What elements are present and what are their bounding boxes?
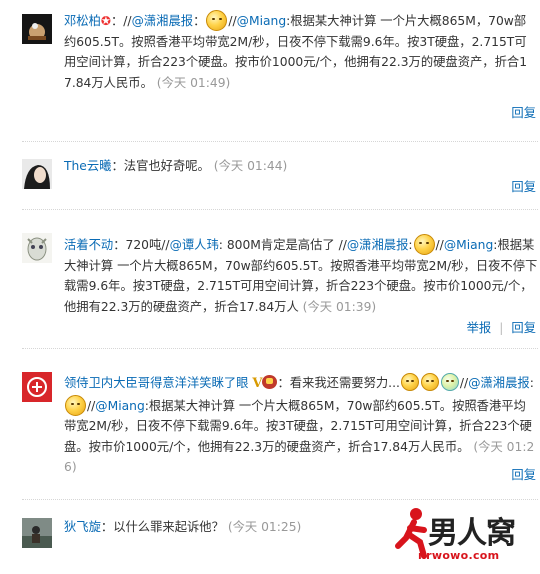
separator: | [499, 321, 504, 335]
comment-actions: 回复 [511, 103, 536, 121]
mention-link[interactable]: @潇湘晨报 [132, 14, 194, 28]
punctuation: : [529, 376, 534, 390]
star-badge-icon: ✪ [100, 14, 111, 28]
comment-text: ：// [110, 14, 132, 28]
timestamp: (今天 01:44) [213, 159, 288, 173]
mention-link[interactable]: @Miang [95, 399, 144, 413]
avatar[interactable] [22, 14, 52, 44]
avatar[interactable] [22, 372, 52, 402]
comment-body: 领侍卫内大臣哥得意洋洋笑眯了眼 V ：看来我还需要努力...//@潇湘晨报://@… [64, 373, 538, 478]
username-link[interactable]: The云曦 [64, 159, 111, 173]
report-link[interactable]: 举报 [467, 321, 492, 335]
punctuation: ： [193, 14, 206, 28]
avatar[interactable] [22, 159, 52, 189]
comment-actions: 举报 | 回复 [467, 318, 536, 336]
mention-link[interactable]: @Miang [237, 14, 286, 28]
site-watermark-logo: 男人窝 nrwowo.com [394, 506, 536, 568]
reply-link[interactable]: 回复 [511, 468, 536, 482]
username-link[interactable]: 狄飞旋 [64, 520, 101, 534]
reply-link[interactable]: 回复 [511, 106, 536, 120]
reply-link[interactable]: 回复 [511, 180, 536, 194]
watermark-url: nrwowo.com [418, 549, 500, 562]
mention-link[interactable]: @谭人玮 [170, 238, 219, 252]
emoticon-icon [65, 394, 86, 416]
timestamp: (今天 01:25) [227, 520, 302, 534]
mention-link[interactable]: @潇湘晨报 [468, 376, 530, 390]
watermark-brand: 男人窝 [428, 516, 516, 551]
comment-text: ：法官也好奇呢。 [111, 159, 210, 173]
timestamp: (今天 01:39) [302, 299, 377, 314]
comment-actions: 回复 [511, 177, 536, 195]
comment-body: 邓松柏✪：//@潇湘晨报：//@Miang:根据某大神计算 一个片大概865M，… [64, 10, 538, 93]
mention-link[interactable]: @Miang [444, 238, 493, 252]
punctuation: // [435, 238, 444, 252]
avatar[interactable] [22, 233, 52, 263]
username-link[interactable]: 领侍卫内大臣哥得意洋洋笑眯了眼 [64, 376, 248, 390]
comment-actions: 回复 [511, 465, 536, 483]
comment-item: 领侍卫内大臣哥得意洋洋笑眯了眼 V ：看来我还需要努力...//@潇湘晨报://@… [0, 349, 540, 499]
mention-link[interactable]: @潇湘晨报 [347, 238, 409, 252]
username-link[interactable]: 活着不动 [64, 238, 113, 252]
verified-badge: V [252, 376, 263, 391]
avatar[interactable] [22, 518, 52, 548]
comment-text: ：以什么罪来起诉他？ [100, 520, 224, 534]
username-link[interactable]: 邓松柏 [64, 14, 101, 28]
comment-item: 邓松柏✪：//@潇湘晨报：//@Miang:根据某大神计算 一个片大概865M，… [0, 0, 540, 150]
comment-item: The云曦：法官也好奇呢。 (今天 01:44) 回复 [0, 142, 540, 210]
emoticon-icon [206, 10, 228, 31]
comment-text: ：720吨// [113, 238, 170, 252]
punctuation: : [408, 238, 413, 252]
emoticon-icon [440, 373, 459, 391]
punctuation: // [228, 14, 237, 28]
comment-body: 活着不动：720吨//@谭人玮: 800M肯定是高估了 //@潇湘晨报: //@M… [64, 234, 538, 317]
emoticon-icon [400, 373, 419, 391]
punctuation: // [459, 376, 469, 390]
comment-body: The云曦：法官也好奇呢。 (今天 01:44) [64, 156, 538, 177]
comment-text: : 800M肯定是高估了 // [218, 238, 347, 252]
emoticon-icon [420, 373, 439, 391]
comment-item: 活着不动：720吨//@谭人玮: 800M肯定是高估了 //@潇湘晨报: //@M… [0, 210, 540, 355]
reply-link[interactable]: 回复 [511, 321, 536, 335]
crown-icon [262, 375, 278, 389]
comment-text: ：看来我还需要努力... [277, 376, 400, 390]
emoticon-icon [413, 234, 435, 255]
timestamp: (今天 01:49) [156, 75, 231, 90]
